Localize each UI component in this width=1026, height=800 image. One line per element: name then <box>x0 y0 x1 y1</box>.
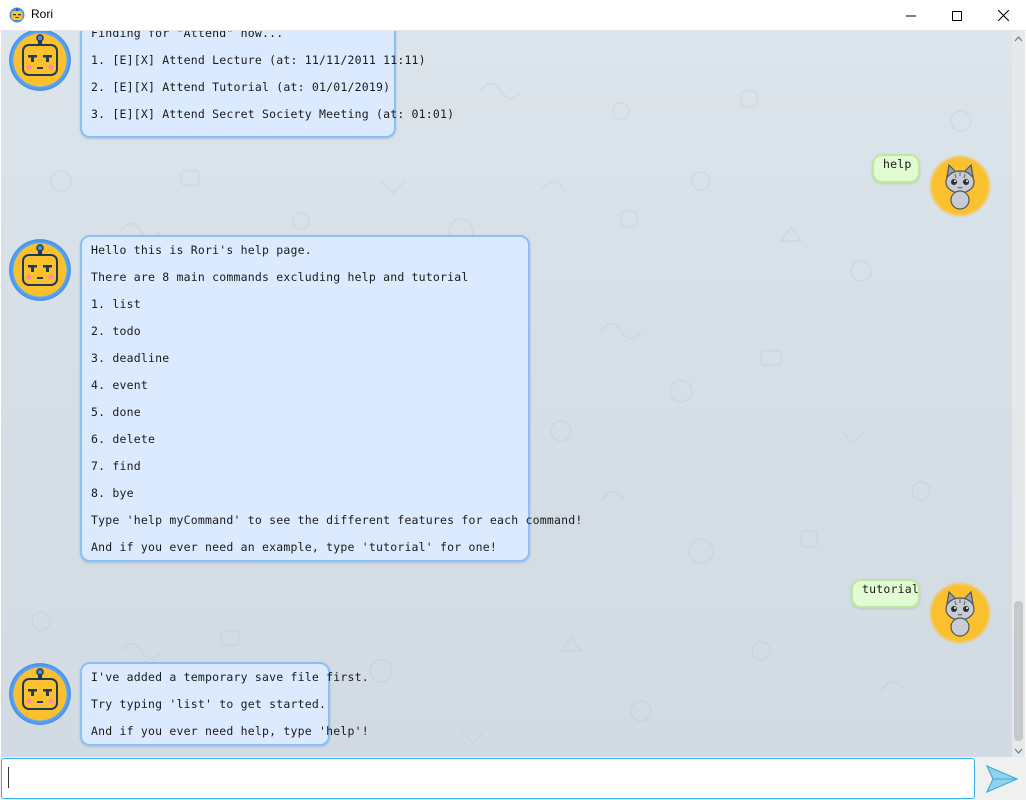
bot-message-bubble: I've added a temporary save file first. … <box>80 662 369 746</box>
close-button[interactable] <box>980 0 1026 31</box>
message-line: 3. deadline <box>91 351 170 365</box>
message-line: 1. list <box>91 297 141 311</box>
robot-avatar <box>9 239 71 301</box>
robot-avatar <box>9 663 71 725</box>
message-line: Try typing 'list' to get started. <box>91 697 327 711</box>
robot-icon <box>9 7 25 23</box>
message-line: There are 8 main commands excluding help… <box>91 270 469 284</box>
message-line: 2. todo <box>91 324 141 338</box>
user-message-bubble: help <box>872 154 920 183</box>
title-bar: Rori <box>0 0 1026 31</box>
chevron-up-icon <box>1014 36 1023 42</box>
cat-avatar <box>929 582 991 644</box>
message-line: 1. [E][X] Attend Lecture (at: 11/11/2011… <box>91 53 426 67</box>
robot-face-icon <box>22 668 58 710</box>
user-message-bubble: tutorial <box>851 579 920 608</box>
message-line: tutorial <box>862 582 919 596</box>
bot-message-bubble: Hello this is Rori's help page. There ar… <box>80 235 583 562</box>
chevron-down-icon <box>1014 748 1023 754</box>
robot-face-icon <box>22 34 58 76</box>
message-line: And if you ever need an example, type 't… <box>91 540 498 554</box>
send-icon <box>985 764 1019 793</box>
maximize-button[interactable] <box>934 0 980 31</box>
maximize-icon <box>952 10 962 21</box>
message-line: 3. [E][X] Attend Secret Society Meeting … <box>91 107 455 121</box>
robot-face-icon <box>22 244 58 286</box>
cat-avatar <box>929 155 991 217</box>
minimize-button[interactable] <box>888 0 934 31</box>
cat-face-icon <box>945 163 975 210</box>
message-line: Type 'help myCommand' to see the differe… <box>91 513 583 527</box>
message-line: And if you ever need help, type 'help'! <box>91 724 369 738</box>
text-caret <box>8 767 9 788</box>
bot-message-bubble: Finding for "Attend" now... 1. [E][X] At… <box>80 31 455 138</box>
message-line: 8. bye <box>91 486 134 500</box>
message-line: 7. find <box>91 459 141 473</box>
window-title: Rori <box>31 7 54 21</box>
message-line: I've added a temporary save file first. <box>91 670 369 684</box>
scroll-down-button[interactable] <box>1012 743 1025 757</box>
scroll-up-button[interactable] <box>1012 31 1025 45</box>
message-line: 6. delete <box>91 432 156 446</box>
chat-scroll-pane[interactable]: Finding for "Attend" now... 1. [E][X] At… <box>1 31 1025 757</box>
scroll-thumb[interactable] <box>1014 601 1023 741</box>
message-input[interactable] <box>1 758 975 799</box>
robot-avatar <box>9 31 71 91</box>
message-line: help <box>883 157 912 171</box>
cat-face-icon <box>945 590 975 637</box>
message-line: 4. event <box>91 378 148 392</box>
minimize-icon <box>906 15 916 16</box>
message-line: 2. [E][X] Attend Tutorial (at: 01/01/201… <box>91 80 391 94</box>
message-line: Hello this is Rori's help page. <box>91 243 312 257</box>
vertical-scrollbar[interactable] <box>1012 31 1025 757</box>
message-line: Finding for "Attend" now... <box>91 31 284 40</box>
message-line: 5. done <box>91 405 141 419</box>
close-icon <box>997 10 1009 21</box>
input-bar <box>0 757 1026 800</box>
send-button[interactable] <box>979 758 1025 799</box>
